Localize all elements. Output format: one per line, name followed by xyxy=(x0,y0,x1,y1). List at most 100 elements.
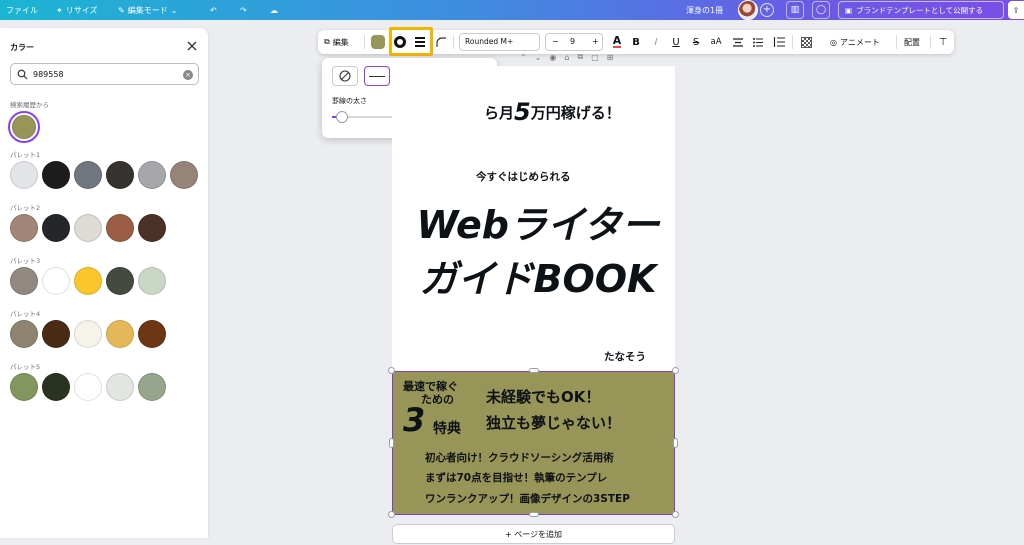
resize-menu[interactable]: ✦ リサイズ xyxy=(56,0,97,20)
color-swatch[interactable] xyxy=(138,373,166,401)
color-swatch[interactable] xyxy=(10,373,38,401)
history-label: 検索履歴から xyxy=(10,101,49,109)
letter-case-button[interactable]: aA xyxy=(708,30,724,54)
eye-icon[interactable]: ◉ xyxy=(549,53,556,62)
color-swatch-history[interactable] xyxy=(8,111,40,143)
resize-handle[interactable] xyxy=(529,368,539,373)
color-swatch[interactable] xyxy=(138,320,166,348)
redo-button[interactable]: ↷ xyxy=(240,0,247,20)
corner-rounding-button[interactable] xyxy=(434,30,448,54)
align-button[interactable] xyxy=(732,30,744,54)
color-swatch[interactable] xyxy=(10,267,38,295)
color-search-input[interactable] xyxy=(33,67,183,81)
color-swatch[interactable] xyxy=(106,373,134,401)
slider-thumb[interactable] xyxy=(335,111,348,123)
share-icon: ⇪ xyxy=(1012,5,1020,15)
color-swatch[interactable] xyxy=(10,214,38,242)
add-page-button[interactable]: + ページを追加 xyxy=(392,524,675,544)
chevron-down-icon[interactable]: ⌄ xyxy=(535,53,542,62)
font-size-value[interactable]: 9 xyxy=(570,37,575,46)
color-swatch[interactable] xyxy=(74,161,102,189)
document-title[interactable]: 渾身の1冊 xyxy=(686,0,723,20)
duplicate-icon[interactable]: ⧉ xyxy=(577,52,583,62)
bullet-list-icon xyxy=(753,37,763,47)
bonus-list-item: 初心者向け！クラウドソーシング活用術 xyxy=(425,452,614,464)
file-menu[interactable]: ファイル xyxy=(6,0,38,20)
color-swatch[interactable] xyxy=(42,161,70,189)
color-swatch[interactable] xyxy=(138,214,166,242)
publish-brand-template-button[interactable]: ▣ ブランドテンプレートとして公開する xyxy=(838,1,1004,19)
share-button[interactable]: ⇪ xyxy=(1008,1,1024,19)
animate-button[interactable]: ◎ アニメート xyxy=(830,30,880,54)
color-search-field[interactable]: × xyxy=(10,63,199,85)
copy-style-button[interactable]: ⊤ xyxy=(936,30,950,54)
cloud-save-button[interactable]: ☁ xyxy=(270,0,278,20)
transparency-button[interactable] xyxy=(799,30,813,54)
resize-handle[interactable] xyxy=(389,438,394,448)
bonus-number: 3 xyxy=(403,401,426,439)
font-family-dropdown[interactable]: Rounded M+ xyxy=(459,33,540,51)
resize-handle[interactable] xyxy=(388,511,395,518)
trash-icon[interactable]: ▢ xyxy=(591,53,599,62)
align-center-icon xyxy=(733,37,743,47)
color-swatch[interactable] xyxy=(74,267,102,295)
font-size-increase[interactable]: + xyxy=(592,37,599,46)
palette-label: パレット3 xyxy=(10,257,41,265)
chevron-up-icon[interactable]: ⌃ xyxy=(520,53,527,62)
insights-button[interactable]: ▥ xyxy=(786,1,804,19)
underline-button[interactable]: U xyxy=(670,30,682,54)
edit-mode-dropdown[interactable]: ✎ 編集モード ⌄ xyxy=(118,0,177,20)
edit-image-button[interactable]: ⧉ 編集 xyxy=(324,30,349,54)
main-title[interactable]: Webライター ガイドBOOK xyxy=(408,202,668,302)
color-swatch[interactable] xyxy=(138,161,166,189)
resize-handle[interactable] xyxy=(672,511,679,518)
strikethrough-button[interactable]: S xyxy=(690,30,702,54)
palette-label: パレット4 xyxy=(10,310,41,318)
undo-button[interactable]: ↶ xyxy=(210,0,217,20)
color-swatch[interactable] xyxy=(74,214,102,242)
color-swatch[interactable] xyxy=(42,214,70,242)
add-page-icon[interactable]: ⊞ xyxy=(607,53,614,62)
resize-handle[interactable] xyxy=(672,367,679,374)
resize-handle[interactable] xyxy=(529,512,539,517)
highlight-box xyxy=(389,27,433,56)
font-size-decrease[interactable]: − xyxy=(552,37,559,46)
resize-handle[interactable] xyxy=(388,367,395,374)
color-swatch[interactable] xyxy=(138,267,166,295)
avatar[interactable] xyxy=(738,0,758,20)
subtitle[interactable]: 今すぐはじめられる xyxy=(476,169,571,184)
color-swatch[interactable] xyxy=(10,320,38,348)
author-name[interactable]: たなそう xyxy=(604,349,646,364)
border-solid-option[interactable] xyxy=(364,66,390,86)
border-none-option[interactable] xyxy=(332,66,358,86)
color-swatch[interactable] xyxy=(42,373,70,401)
color-swatch[interactable] xyxy=(74,320,102,348)
comment-button[interactable]: ◯ xyxy=(812,1,830,19)
separator xyxy=(364,35,365,49)
color-swatch[interactable] xyxy=(106,267,134,295)
text-color-icon: A xyxy=(612,34,622,48)
position-button[interactable]: 配置 xyxy=(904,30,920,54)
color-swatch[interactable] xyxy=(106,161,134,189)
color-swatch[interactable] xyxy=(106,214,134,242)
checkerboard-icon xyxy=(800,36,812,48)
color-swatch[interactable] xyxy=(170,161,198,189)
bar-chart-icon: ▥ xyxy=(790,5,800,15)
headline[interactable]: ら月5万円稼げる！ xyxy=(484,96,621,126)
font-size-stepper[interactable]: − 9 + xyxy=(545,33,603,51)
color-swatch[interactable] xyxy=(106,320,134,348)
color-swatch[interactable] xyxy=(74,373,102,401)
color-swatch[interactable] xyxy=(42,267,70,295)
fill-color-button[interactable] xyxy=(370,30,386,54)
close-icon[interactable] xyxy=(186,40,198,52)
bonus-box[interactable]: 最速で稼ぐ ための 3 特典 未経験でもOK！ 独立も夢じゃない！ 初心者向け！… xyxy=(392,371,675,515)
spacing-button[interactable] xyxy=(772,30,786,54)
add-collaborator-button[interactable]: + xyxy=(760,3,774,17)
list-button[interactable] xyxy=(752,30,764,54)
design-page[interactable]: ら月5万円稼げる！ 今すぐはじめられる Webライター ガイドBOOK たなそう… xyxy=(388,66,679,518)
lock-icon[interactable]: ⌂ xyxy=(564,53,569,62)
color-swatch[interactable] xyxy=(42,320,70,348)
clear-search-icon[interactable]: × xyxy=(183,70,193,80)
resize-handle[interactable] xyxy=(673,438,678,448)
color-swatch[interactable] xyxy=(10,161,38,189)
